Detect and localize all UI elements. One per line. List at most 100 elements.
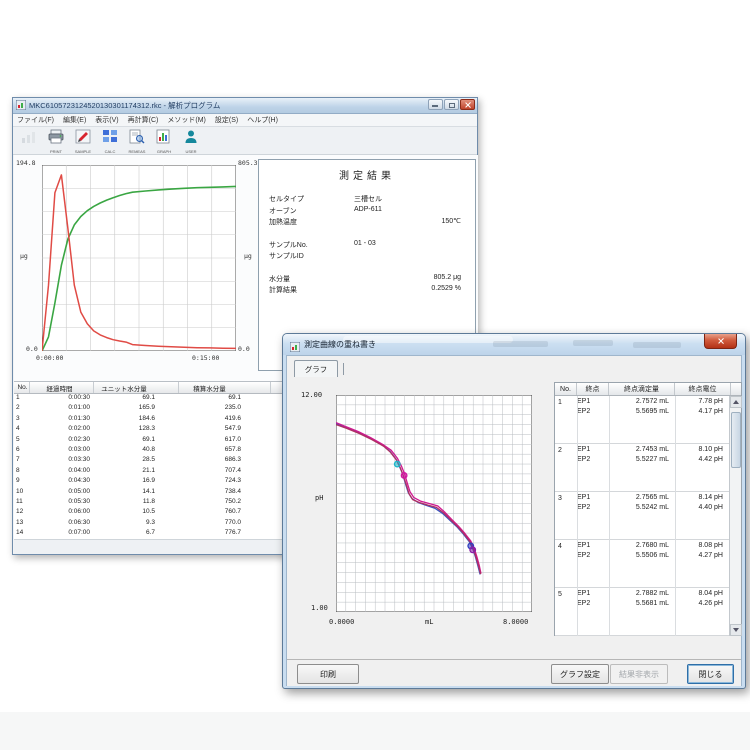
endpoint-cell: 5.5227 mL — [609, 456, 675, 466]
back-window-titlebar[interactable]: MKC6105723124520130301174312.rkc - 解析プログ… — [13, 98, 477, 114]
endpoint-line: EP25.5227 mL4.42 pH — [555, 456, 741, 466]
scroll-down-icon[interactable] — [730, 624, 742, 636]
endpoint-group-number: 5 — [558, 591, 562, 598]
front-window-titlebar[interactable]: 測定曲線の重ね書き — [283, 334, 745, 355]
endpoint-cell: 2.7882 mL — [609, 590, 675, 600]
close-button[interactable]: 閉じる — [687, 664, 734, 684]
results-row: サンプルNo. 01 - 03 — [259, 240, 475, 252]
menu-item-6[interactable]: ヘルプ(H) — [247, 115, 278, 125]
results-row: 計算結果0.2529 % — [259, 285, 475, 297]
close-icon[interactable] — [460, 99, 475, 110]
table-cell: 10 — [14, 488, 30, 498]
endpoint-line: EP12.7453 mL8.10 pH — [555, 446, 741, 456]
calc-tool-button[interactable]: CALC — [98, 129, 122, 153]
endpoint-column-header[interactable]: 終点電位 — [675, 383, 731, 395]
table-cell: 14.1 — [94, 488, 179, 498]
endpoint-line: EP12.7882 mL8.04 pH — [555, 590, 741, 600]
endpoint-cell: 8.08 pH — [675, 542, 725, 552]
ph-max-label: 12.00 — [301, 391, 322, 399]
column-header[interactable]: 経過時間 — [30, 382, 94, 393]
table-cell: 2 — [14, 404, 30, 414]
column-header[interactable]: No. — [14, 382, 30, 393]
menu-item-4[interactable]: メソッド(M) — [167, 115, 206, 125]
table-cell: 419.6 — [179, 415, 271, 425]
y-right-unit-label: μg — [244, 252, 252, 260]
endpoint-row-group[interactable]: 3EP12.7565 mL8.14 pHEP25.5242 mL4.40 pH — [555, 492, 741, 540]
endpoint-cell: 5.5681 mL — [609, 600, 675, 610]
scrollbar[interactable] — [729, 396, 741, 636]
graph-settings-button[interactable]: グラフ設定 — [551, 664, 609, 684]
tab-graph[interactable]: グラフ — [294, 360, 338, 377]
scroll-up-icon[interactable] — [730, 396, 742, 408]
endpoint-line: EP25.5242 mL4.40 pH — [555, 504, 741, 514]
moisture-trend-svg — [42, 165, 236, 351]
glass-reflection — [633, 342, 681, 348]
table-cell: 770.0 — [179, 519, 271, 529]
endpoint-cell: 8.10 pH — [675, 446, 725, 456]
user-tool-button[interactable]: USER — [179, 129, 203, 153]
endpoint-column-header[interactable]: No. — [555, 383, 577, 395]
table-cell: 617.0 — [179, 436, 271, 446]
minimize-button[interactable] — [428, 99, 443, 110]
menu-item-1[interactable]: 編集(E) — [63, 115, 86, 125]
endpoint-cell: 5.5242 mL — [609, 504, 675, 514]
table-cell: 760.7 — [179, 508, 271, 518]
print-button[interactable]: 印刷 — [297, 664, 359, 684]
page-footer-band — [0, 712, 750, 750]
table-cell: 40.8 — [94, 446, 179, 456]
results-group: セルタイプ三槽セルオーブンADP-611加熱温度150℃ — [259, 194, 475, 229]
table-cell: 750.2 — [179, 498, 271, 508]
curve-overlay-dialog: 測定曲線の重ね書き グラフ 12.00 1.00 pH 0.0000 mL 8.… — [282, 333, 746, 689]
result-value: 805.2 μg — [434, 274, 461, 281]
table-cell: 128.3 — [94, 425, 179, 435]
table-cell: 235.0 — [179, 404, 271, 414]
endpoint-cell: EP1 — [577, 398, 609, 408]
graph-tool-button[interactable]: GRAPH — [152, 129, 176, 153]
endpoint-row-group[interactable]: 5EP12.7882 mL8.04 pHEP25.5681 mL4.26 pH — [555, 588, 741, 636]
table-cell: 0:03:30 — [30, 456, 94, 466]
menu-item-3[interactable]: 再計算(C) — [128, 115, 159, 125]
endpoint-cell: EP2 — [577, 408, 609, 418]
y-right-max-label: 805.3 — [238, 159, 258, 167]
endpoint-column-header[interactable]: 終点 — [577, 383, 609, 395]
table-cell: 0:04:00 — [30, 467, 94, 477]
result-label: 加熱温度 — [269, 217, 297, 227]
result-label: セルタイプ — [269, 194, 304, 204]
dialog-footer: 印刷 グラフ設定 結果非表示 閉じる — [287, 659, 741, 686]
table-cell: 1 — [14, 394, 30, 404]
menu-item-2[interactable]: 表示(V) — [95, 115, 118, 125]
endpoint-row-group[interactable]: 4EP12.7680 mL8.08 pHEP25.5506 mL4.27 pH — [555, 540, 741, 588]
menu-item-0[interactable]: ファイル(F) — [17, 115, 54, 125]
endpoint-row-group[interactable]: 1EP12.7572 mL7.78 pHEP25.5695 mL4.17 pH — [555, 396, 741, 444]
endpoint-row-group[interactable]: 2EP12.7453 mL8.10 pHEP25.5227 mL4.42 pH — [555, 444, 741, 492]
endpoint-line: EP25.5681 mL4.26 pH — [555, 600, 741, 610]
column-header[interactable]: ユニット水分量 — [94, 382, 179, 393]
print-tool-button[interactable]: PRINT — [44, 129, 68, 153]
scrollbar-thumb[interactable] — [731, 412, 741, 468]
results-row: 加熱温度150℃ — [259, 217, 475, 229]
endpoint-cell: 4.42 pH — [675, 456, 725, 466]
endpoint-cell: 7.78 pH — [675, 398, 725, 408]
table-cell: 707.4 — [179, 467, 271, 477]
endpoint-line: EP25.5695 mL4.17 pH — [555, 408, 741, 418]
close-icon[interactable] — [704, 334, 737, 349]
column-header[interactable]: 積算水分量 — [179, 382, 271, 393]
tool-caption: CALC — [105, 149, 116, 154]
endpoint-column-header[interactable]: 終点滴定量 — [609, 383, 675, 395]
result-label: サンプルNo. — [269, 240, 308, 250]
table-cell: 0:02:00 — [30, 425, 94, 435]
endpoint-table-body: 1EP12.7572 mL7.78 pHEP25.5695 mL4.17 pH2… — [555, 396, 741, 636]
result-value: 01 - 03 — [354, 240, 376, 247]
tool-caption: USER — [185, 149, 196, 154]
endpoint-cell: 2.7453 mL — [609, 446, 675, 456]
sample-tool-button[interactable]: SAMPLE — [71, 129, 95, 153]
menu-item-5[interactable]: 設定(S) — [215, 115, 238, 125]
maximize-button[interactable] — [444, 99, 459, 110]
remeas-tool-button[interactable]: REMEAS — [125, 129, 149, 153]
y-left-min-label: 0.0 — [26, 345, 38, 353]
y-left-unit-label: μg — [20, 252, 28, 260]
endpoint-cell: 5.5506 mL — [609, 552, 675, 562]
endpoint-cell: 5.5695 mL — [609, 408, 675, 418]
table-cell: 21.1 — [94, 467, 179, 477]
ph-min-label: 1.00 — [311, 604, 328, 612]
